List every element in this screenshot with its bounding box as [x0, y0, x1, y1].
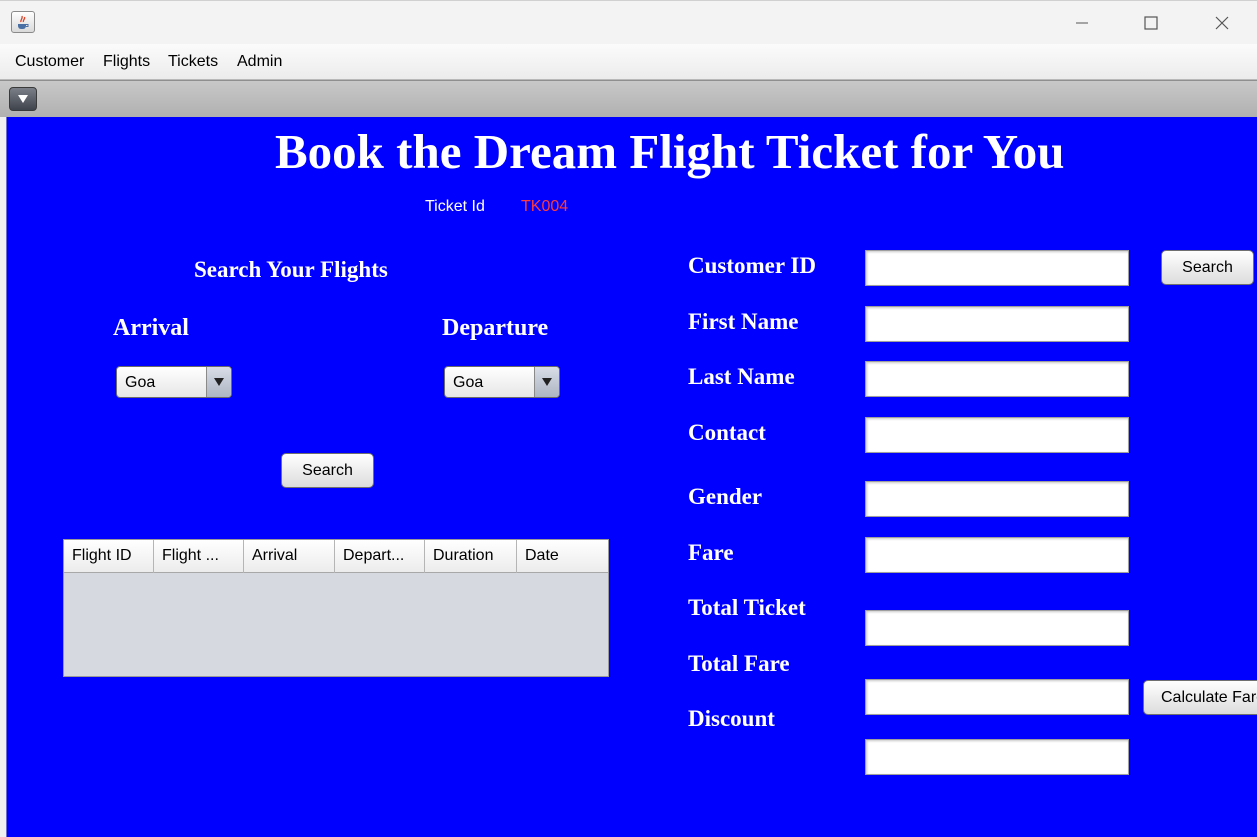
- ticket-id-label: Ticket Id: [425, 198, 485, 215]
- total-fare-field[interactable]: [865, 679, 1129, 715]
- total-ticket-field[interactable]: [865, 610, 1129, 646]
- column-header[interactable]: Duration: [425, 540, 517, 573]
- customer-id-field[interactable]: [865, 250, 1129, 286]
- last-name-label: Last Name: [688, 364, 795, 389]
- contact-label: Contact: [688, 420, 766, 445]
- flights-table[interactable]: Flight ID Flight ... Arrival Depart... D…: [63, 539, 609, 677]
- triangle-down-icon: [18, 95, 28, 103]
- ticket-id-value: TK004: [521, 198, 569, 215]
- chevron-down-icon: [534, 367, 559, 397]
- menu-bar: Customer Flights Tickets Admin: [0, 44, 1257, 80]
- departure-combo-value: Goa: [453, 374, 484, 391]
- menu-admin[interactable]: Admin: [237, 53, 282, 71]
- minimize-button[interactable]: [1059, 7, 1105, 39]
- menu-customer[interactable]: Customer: [15, 53, 84, 71]
- column-header[interactable]: Flight ...: [154, 540, 244, 573]
- total-fare-label: Total Fare: [688, 651, 790, 676]
- column-header[interactable]: Depart...: [335, 540, 425, 573]
- close-button[interactable]: [1199, 7, 1245, 39]
- discount-label: Discount: [688, 706, 775, 731]
- menu-flights[interactable]: Flights: [103, 53, 150, 71]
- flights-table-header: Flight ID Flight ... Arrival Depart... D…: [64, 540, 608, 573]
- maximize-icon: [1144, 16, 1158, 30]
- column-header[interactable]: Flight ID: [64, 540, 154, 573]
- arrival-combo[interactable]: Goa: [116, 366, 232, 398]
- close-icon: [1215, 16, 1229, 30]
- last-name-field[interactable]: [865, 361, 1129, 397]
- contact-field[interactable]: [865, 417, 1129, 453]
- search-flights-button[interactable]: Search: [281, 453, 374, 488]
- minimize-icon: [1076, 22, 1088, 24]
- total-ticket-label: Total Ticket: [688, 595, 806, 620]
- departure-combo[interactable]: Goa: [444, 366, 560, 398]
- maximize-button[interactable]: [1128, 7, 1174, 39]
- menu-tickets[interactable]: Tickets: [168, 53, 218, 71]
- arrival-label: Arrival: [113, 315, 189, 341]
- gender-field[interactable]: [865, 481, 1129, 517]
- fare-field[interactable]: [865, 537, 1129, 573]
- discount-field[interactable]: [865, 739, 1129, 775]
- fare-label: Fare: [688, 540, 734, 565]
- gender-label: Gender: [688, 484, 763, 509]
- arrival-combo-value: Goa: [125, 374, 156, 391]
- chevron-down-icon: [206, 367, 231, 397]
- departure-label: Departure: [442, 315, 549, 341]
- java-app-icon: [11, 11, 35, 33]
- column-header[interactable]: Date: [517, 540, 608, 573]
- calculate-fare-button[interactable]: Calculate Fare: [1143, 680, 1257, 715]
- frame-menu-button[interactable]: [9, 87, 37, 111]
- booking-panel: Book the Dream Flight Ticket for You Tic…: [6, 117, 1257, 837]
- internal-frame-titlebar: [0, 80, 1257, 117]
- customer-id-label: Customer ID: [688, 253, 816, 278]
- search-flights-heading: Search Your Flights: [194, 257, 388, 282]
- window-title-bar: [0, 0, 1257, 44]
- customer-search-button[interactable]: Search: [1161, 250, 1254, 285]
- page-title: Book the Dream Flight Ticket for You: [275, 124, 1065, 179]
- first-name-label: First Name: [688, 309, 799, 334]
- column-header[interactable]: Arrival: [244, 540, 335, 573]
- first-name-field[interactable]: [865, 306, 1129, 342]
